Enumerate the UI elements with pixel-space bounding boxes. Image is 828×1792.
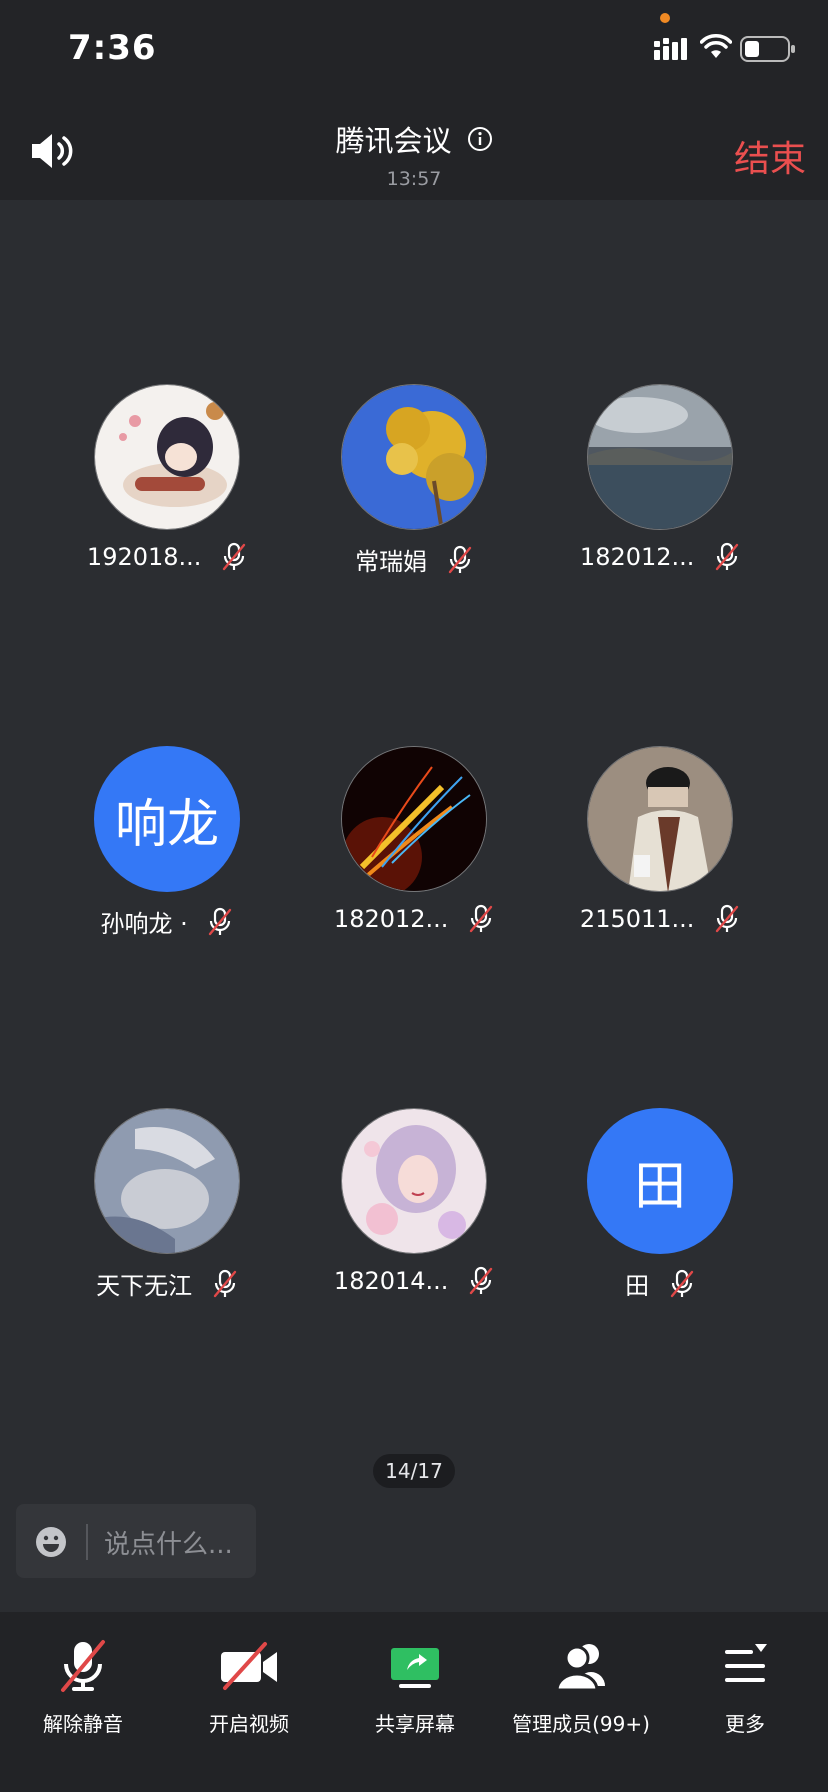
more-menu-icon xyxy=(725,1644,767,1682)
participant-name-row: 182012... xyxy=(540,542,780,572)
participant-tile[interactable]: 田 田 xyxy=(540,1108,780,1308)
avatar-initials: 田 xyxy=(587,1108,733,1254)
participant-name-row: 孙响龙 · xyxy=(47,904,287,939)
bottom-toolbar: 解除静音 开启视频 共享屏幕 管理成员(99+) 更多 xyxy=(0,1612,828,1792)
participant-tile[interactable]: 常瑞娟 xyxy=(294,384,534,584)
avatar-initials: 响龙 xyxy=(94,746,240,892)
title-area: 腾讯会议 13:57 xyxy=(0,118,828,190)
end-meeting-button[interactable]: 结束 xyxy=(734,130,806,182)
chat-placeholder: 说点什么... xyxy=(104,1530,233,1560)
wifi-icon xyxy=(700,34,732,58)
mic-off-icon xyxy=(61,1640,105,1692)
more-label: 更多 xyxy=(725,1712,765,1736)
avatar xyxy=(94,1108,240,1254)
participant-name: 常瑞娟 xyxy=(355,548,428,576)
participant-name: 192018... xyxy=(86,543,202,571)
participant-name: 田 xyxy=(625,1272,650,1300)
mic-muted-icon xyxy=(209,907,232,935)
chat-input-box[interactable]: 说点什么... xyxy=(16,1504,256,1578)
meeting-header: 腾讯会议 13:57 结束 xyxy=(0,100,828,200)
participant-name-row: 天下无江 xyxy=(47,1266,287,1301)
participant-name-row: 常瑞娟 xyxy=(294,542,534,577)
meeting-title[interactable]: 腾讯会议 xyxy=(335,118,451,160)
share-screen-button[interactable]: 共享屏幕 xyxy=(332,1636,498,1737)
participant-name: 215011... xyxy=(579,905,695,933)
start-video-label: 开启视频 xyxy=(209,1712,289,1736)
page-indicator: 14/17 xyxy=(373,1454,455,1488)
participant-name-row: 215011... xyxy=(540,904,780,934)
participant-tile[interactable]: 192018... xyxy=(47,384,287,584)
mic-muted-icon xyxy=(715,542,739,571)
mic-muted-icon xyxy=(715,904,739,933)
participant-tile[interactable]: 182012... xyxy=(294,746,534,946)
mic-muted-icon xyxy=(222,542,246,571)
status-bar: 7:36 xyxy=(0,0,828,100)
participant-name: 孙响龙 · xyxy=(100,910,188,938)
manage-members-label: 管理成员(99+) xyxy=(512,1712,650,1736)
battery-icon xyxy=(740,36,795,62)
mic-muted-icon xyxy=(670,1269,694,1297)
participant-name-row: 182012... xyxy=(294,904,534,934)
participant-tile[interactable]: 182012... xyxy=(540,384,780,584)
participant-name-row: 192018... xyxy=(47,542,287,572)
mic-muted-icon xyxy=(448,545,472,573)
participant-name: 182012... xyxy=(579,543,695,571)
meeting-duration: 13:57 xyxy=(386,168,442,190)
avatar xyxy=(587,384,733,530)
privacy-indicator-dot xyxy=(660,13,670,23)
manage-members-button[interactable]: 管理成员(99+) xyxy=(498,1636,664,1737)
share-screen-label: 共享屏幕 xyxy=(375,1712,455,1736)
start-video-button[interactable]: 开启视频 xyxy=(166,1636,332,1737)
avatar xyxy=(341,384,487,530)
mic-muted-icon xyxy=(213,1269,237,1297)
participant-name-row: 田 xyxy=(540,1266,780,1301)
participant-tile[interactable]: 天下无江 xyxy=(47,1108,287,1308)
avatar xyxy=(341,746,487,892)
unmute-label: 解除静音 xyxy=(43,1712,123,1736)
emoji-icon[interactable] xyxy=(34,1525,68,1559)
participant-name: 182012... xyxy=(333,905,449,933)
avatar xyxy=(341,1108,487,1254)
participant-name-row: 182014... xyxy=(294,1266,534,1296)
participant-tile[interactable]: 响龙 孙响龙 · xyxy=(47,746,287,946)
participant-name: 天下无江 xyxy=(96,1272,193,1300)
members-icon xyxy=(555,1644,605,1692)
participant-tile[interactable]: 215011... xyxy=(540,746,780,946)
status-time: 7:36 xyxy=(68,28,157,68)
avatar xyxy=(587,746,733,892)
mic-muted-icon xyxy=(469,904,493,933)
more-button[interactable]: 更多 xyxy=(662,1636,828,1737)
cellular-signal-icon xyxy=(654,38,687,60)
unmute-button[interactable]: 解除静音 xyxy=(0,1636,166,1737)
participant-tile[interactable]: 182014... xyxy=(294,1108,534,1308)
share-screen-icon xyxy=(391,1648,439,1688)
video-off-icon xyxy=(221,1642,277,1690)
mic-muted-icon xyxy=(469,1266,493,1295)
avatar xyxy=(94,384,240,530)
chat-divider xyxy=(86,1524,88,1560)
info-icon[interactable] xyxy=(467,126,493,152)
participant-name: 182014... xyxy=(333,1267,449,1295)
